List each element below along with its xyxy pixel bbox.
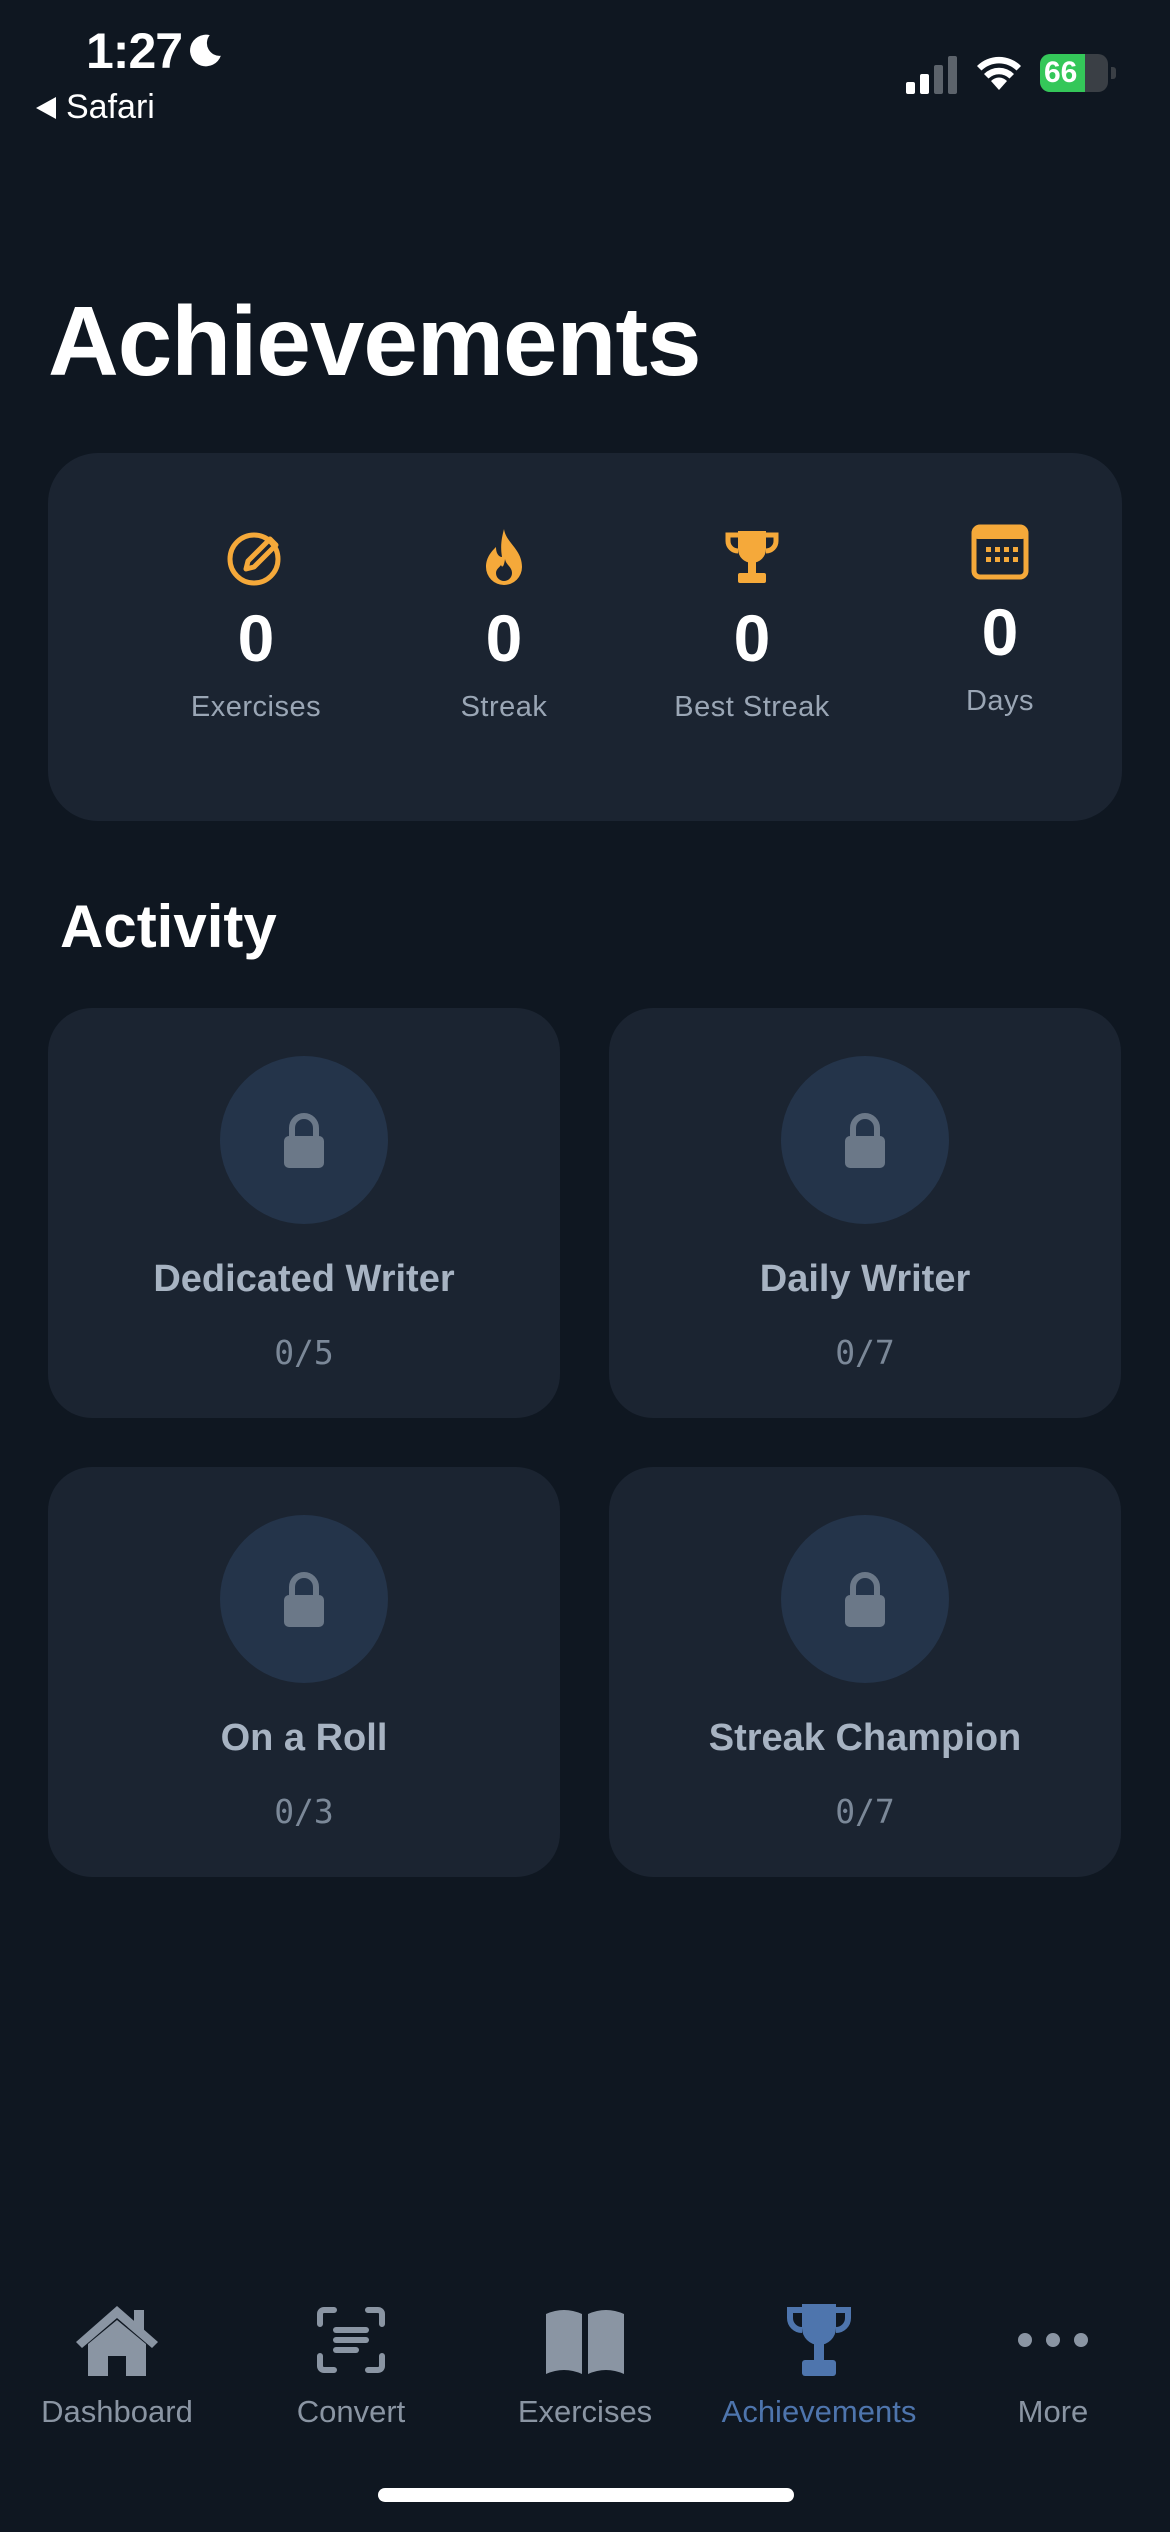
tab-more[interactable]: More — [936, 2280, 1170, 2430]
calendar-icon — [971, 524, 1029, 580]
stat-value: 0 — [981, 595, 1019, 669]
tab-dashboard[interactable]: Dashboard — [0, 2280, 234, 2430]
achievement-badge — [781, 1056, 949, 1224]
tab-label: More — [1017, 2394, 1089, 2429]
achievement-progress: 0/3 — [274, 1792, 334, 1831]
activity-section-title: Activity — [60, 893, 277, 960]
cellular-signal-icon — [906, 56, 957, 94]
tab-convert[interactable]: Convert — [234, 2280, 468, 2430]
stat-best-streak: 0 Best Streak — [628, 525, 876, 724]
achievement-progress: 0/7 — [835, 1792, 895, 1831]
stat-value: 0 — [485, 601, 523, 675]
stat-days: 0 Days — [876, 519, 1124, 718]
tab-achievements[interactable]: Achievements — [702, 2280, 936, 2430]
achievement-name: Streak Champion — [708, 1717, 1022, 1759]
house-icon — [76, 2306, 158, 2376]
pencil-circle-icon — [227, 532, 281, 586]
achievement-card[interactable]: Daily Writer 0/7 — [609, 1008, 1121, 1418]
achievement-name: Dedicated Writer — [153, 1258, 455, 1300]
tab-label: Dashboard — [41, 2394, 193, 2429]
wifi-icon — [977, 56, 1021, 90]
home-indicator[interactable] — [378, 2488, 794, 2502]
achievement-badge — [781, 1515, 949, 1683]
ellipsis-icon — [1018, 2333, 1088, 2347]
trophy-icon — [787, 2304, 851, 2376]
status-time: 1:27 — [86, 23, 183, 79]
back-to-safari-button[interactable]: Safari — [36, 88, 155, 127]
stat-label: Streak — [460, 691, 548, 723]
flame-icon — [486, 529, 522, 585]
trophy-icon — [725, 531, 779, 583]
achievement-badge — [220, 1515, 388, 1683]
stat-label: Best Streak — [674, 691, 830, 723]
battery-percent: 66 — [1044, 56, 1078, 89]
lock-icon — [284, 1113, 324, 1168]
stat-exercises: 0 Exercises — [132, 525, 380, 724]
scan-text-icon — [317, 2307, 385, 2373]
battery-indicator: 66 — [1040, 54, 1116, 92]
achievement-progress: 0/5 — [274, 1333, 334, 1372]
book-icon — [546, 2310, 624, 2374]
achievement-name: On a Roll — [220, 1717, 388, 1759]
tab-bar: Dashboard Convert Exercises Achievements… — [0, 2280, 1170, 2460]
achievement-name: Daily Writer — [759, 1258, 971, 1300]
back-arrow-icon — [36, 96, 56, 119]
achievement-progress: 0/7 — [835, 1333, 895, 1372]
tab-exercises[interactable]: Exercises — [468, 2280, 702, 2430]
lock-icon — [284, 1572, 324, 1627]
achievement-card[interactable]: Dedicated Writer 0/5 — [48, 1008, 560, 1418]
tab-label: Achievements — [721, 2394, 917, 2429]
page-title: Achievements — [48, 286, 702, 396]
tab-label: Exercises — [517, 2394, 653, 2429]
achievement-card[interactable]: Streak Champion 0/7 — [609, 1467, 1121, 1877]
back-label: Safari — [66, 88, 155, 126]
achievement-badge — [220, 1056, 388, 1224]
stat-label: Days — [965, 685, 1035, 717]
stat-value: 0 — [237, 601, 275, 675]
lock-icon — [845, 1572, 885, 1627]
stat-value: 0 — [733, 601, 771, 675]
stat-label: Exercises — [190, 691, 322, 723]
stats-summary-card: 0 Exercises 0 Streak 0 Best Streak 0 Day… — [48, 453, 1122, 821]
achievement-card[interactable]: On a Roll 0/3 — [48, 1467, 560, 1877]
moon-icon — [190, 34, 221, 67]
lock-icon — [845, 1113, 885, 1168]
tab-label: Convert — [296, 2394, 406, 2429]
stat-streak: 0 Streak — [380, 525, 628, 724]
